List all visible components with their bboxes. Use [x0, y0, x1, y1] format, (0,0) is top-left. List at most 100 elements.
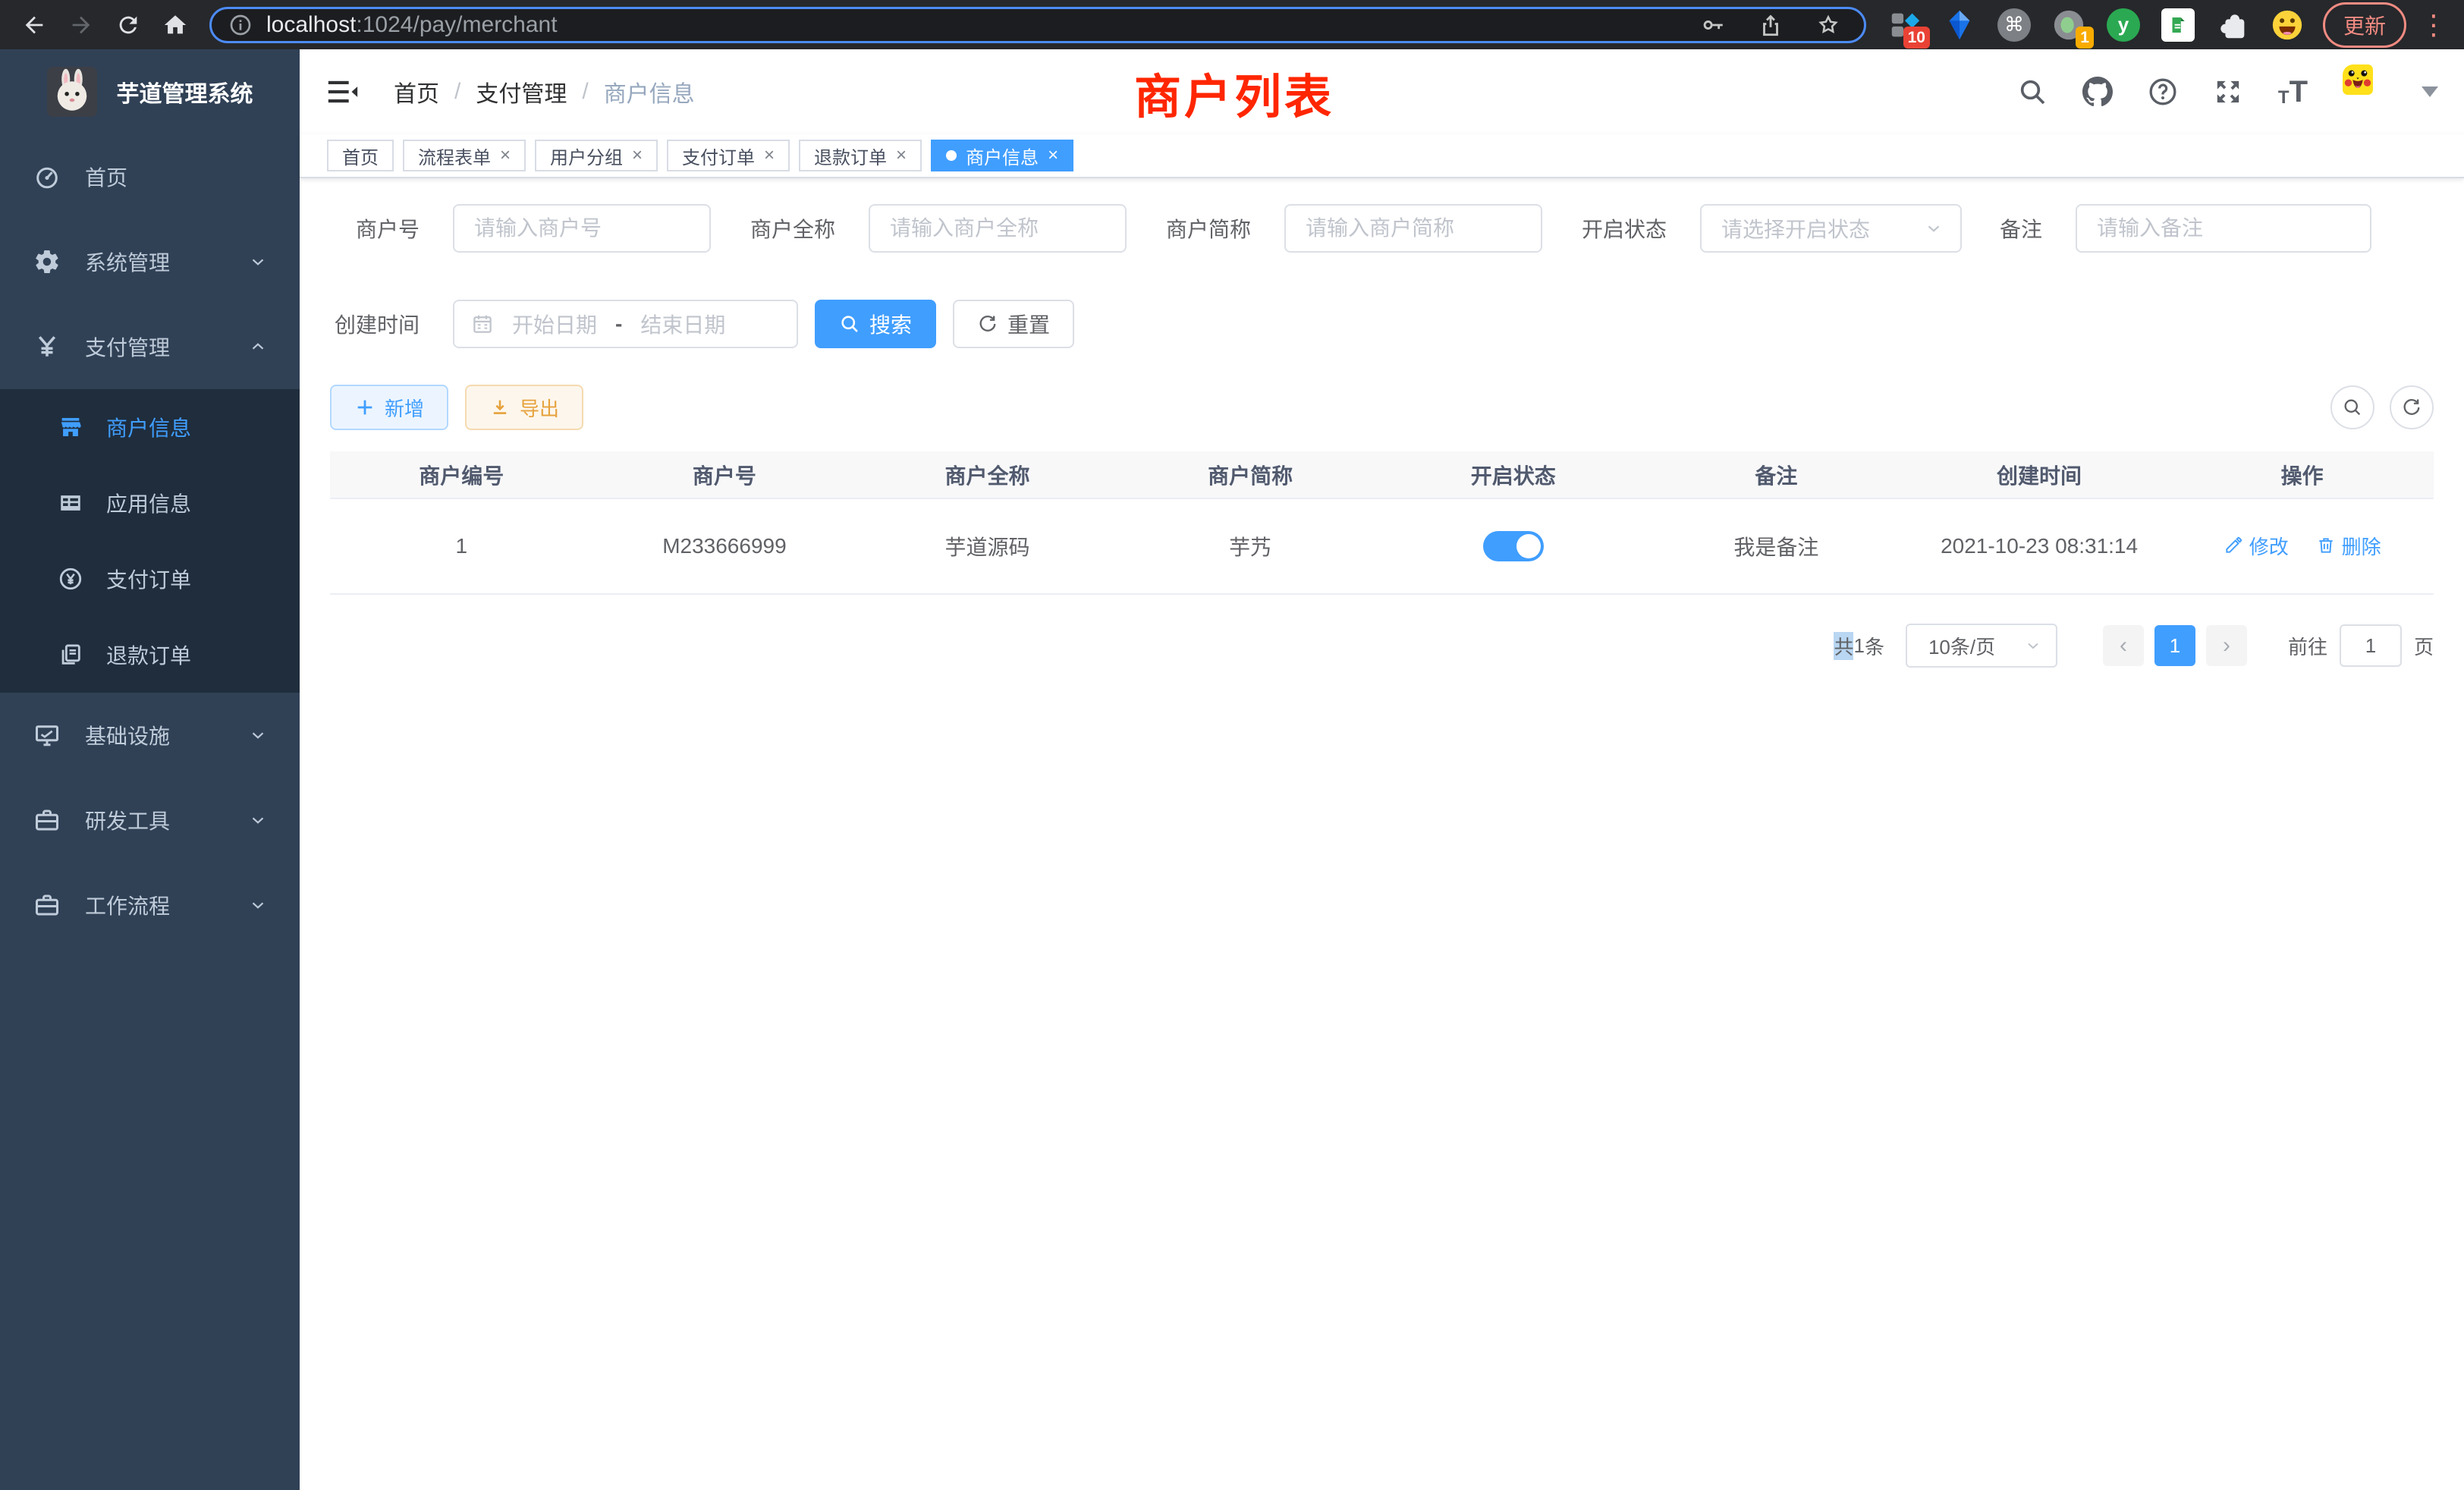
status-select[interactable]: 请选择开启状态 [1700, 204, 1962, 253]
url-text: localhost:1024/pay/merchant [266, 12, 558, 38]
page-size-select[interactable]: 10条/页 [1906, 624, 2057, 668]
toggle-search-button[interactable] [2330, 385, 2374, 429]
active-dot [946, 150, 957, 161]
browser-home-button[interactable] [155, 5, 196, 46]
refresh-icon [2401, 397, 2422, 418]
sidebar-item-refund-order[interactable]: 退款订单 [0, 617, 300, 693]
edit-link-label: 修改 [2249, 532, 2289, 560]
close-icon[interactable]: × [896, 145, 907, 166]
browser-back-button[interactable] [14, 5, 55, 46]
share-icon[interactable] [1758, 12, 1784, 38]
sidebar-item-app-info[interactable]: 应用信息 [0, 465, 300, 541]
page-1-button[interactable]: 1 [2154, 625, 2195, 666]
yen-icon [33, 333, 61, 360]
url-bar[interactable]: localhost:1024/pay/merchant [209, 7, 1866, 43]
toolbox-icon [33, 891, 61, 919]
reset-button[interactable]: 重置 [953, 300, 1074, 348]
search-icon[interactable] [2017, 77, 2048, 107]
filter-row-2: 创建时间 开始日期 - 结束日期 搜索 重置 [330, 300, 2434, 348]
user-avatar[interactable] [2343, 64, 2397, 119]
short-name-input[interactable] [1284, 204, 1542, 253]
tab-merchant-info[interactable]: 商户信息× [931, 140, 1073, 171]
extension-session-icon[interactable]: 1 [2051, 8, 2086, 42]
close-icon[interactable]: × [764, 145, 775, 166]
add-button[interactable]: 新增 [330, 385, 448, 430]
sidebar-item-merchant-info[interactable]: 商户信息 [0, 389, 300, 465]
browser-extensions: 10 ⌘ 1 y [1877, 8, 2315, 42]
close-icon[interactable]: × [1048, 145, 1058, 166]
sidebar-item-label: 退款订单 [106, 640, 191, 670]
total-suffix: 条 [1865, 632, 1884, 660]
tab-flow-form[interactable]: 流程表单× [403, 140, 526, 171]
close-icon[interactable]: × [632, 145, 643, 166]
home-icon [162, 12, 188, 38]
delete-link[interactable]: 删除 [2316, 532, 2381, 560]
sidebar-item-dev-tools[interactable]: 研发工具 [0, 778, 300, 863]
sidebar-item-pay-order[interactable]: 支付订单 [0, 541, 300, 617]
site-info-icon[interactable] [228, 13, 253, 37]
page-content: 商户号 商户全称 商户简称 开启状态 请选择开启状态 [300, 178, 2464, 1490]
status-toggle[interactable] [1483, 531, 1544, 561]
search-button[interactable]: 搜索 [815, 300, 936, 348]
close-icon[interactable]: × [500, 145, 511, 166]
extension-puzzle-icon[interactable] [2215, 8, 2250, 42]
annotation-title: 商户列表 [1134, 58, 1334, 127]
chevron-down-icon [2024, 637, 2042, 655]
grid-table-icon [58, 490, 83, 516]
chrome-update-button[interactable]: 更新 [2323, 2, 2406, 48]
next-page-button[interactable]: › [2206, 625, 2247, 666]
font-size-icon[interactable]: TT [2278, 77, 2308, 107]
sidebar-item-workflow[interactable]: 工作流程 [0, 863, 300, 948]
full-name-input[interactable] [869, 204, 1127, 253]
prev-page-button[interactable]: ‹ [2103, 625, 2144, 666]
sidebar-item-label: 基础设施 [85, 720, 170, 750]
laughing-emoji-icon [2270, 8, 2305, 42]
export-button[interactable]: 导出 [465, 385, 583, 430]
browser-forward-button[interactable] [61, 5, 102, 46]
github-icon[interactable] [2082, 77, 2113, 107]
sidebar-item-label: 研发工具 [85, 805, 170, 835]
avatar-dropdown-caret[interactable] [2422, 86, 2438, 97]
cell-full-name: 芋道源码 [856, 498, 1119, 594]
extension-emoji-icon[interactable] [2270, 8, 2305, 42]
chevron-down-icon [248, 810, 268, 830]
refresh-table-button[interactable] [2390, 385, 2434, 429]
table-row: 1 M233666999 芋道源码 芋艿 我是备注 2021-10-23 08:… [330, 498, 2434, 594]
sidebar-item-label: 工作流程 [85, 890, 170, 920]
breadcrumb-payment[interactable]: 支付管理 [476, 75, 567, 108]
sidebar-collapse-icon[interactable] [325, 74, 360, 109]
breadcrumb-current: 商户信息 [604, 75, 695, 108]
breadcrumb-home[interactable]: 首页 [394, 75, 439, 108]
tab-pay-order[interactable]: 支付订单× [667, 140, 790, 171]
tab-refund-order[interactable]: 退款订单× [799, 140, 922, 171]
browser-menu-button[interactable]: ⋮ [2414, 9, 2453, 41]
sidebar-item-home[interactable]: 首页 [0, 134, 300, 219]
sidebar-item-infrastructure[interactable]: 基础设施 [0, 693, 300, 778]
remark-input[interactable] [2076, 204, 2371, 253]
search-icon [2342, 397, 2363, 418]
extension-doc-icon[interactable] [2161, 8, 2195, 42]
cell-actions: 修改 删除 [2170, 498, 2434, 594]
bookmark-star-icon[interactable] [1815, 12, 1841, 38]
sidebar-item-payment[interactable]: 支付管理 [0, 304, 300, 389]
edit-link[interactable]: 修改 [2224, 532, 2289, 560]
extension-tabs-icon[interactable]: 10 [1887, 8, 1922, 42]
trash-icon [2316, 536, 2336, 555]
y-glyph: y [2107, 8, 2140, 42]
tab-home[interactable]: 首页 [327, 140, 394, 171]
help-icon[interactable] [2148, 77, 2178, 107]
cell-create-time: 2021-10-23 08:31:14 [1908, 498, 2171, 594]
tab-user-group[interactable]: 用户分组× [535, 140, 658, 171]
merchant-no-input[interactable] [453, 204, 711, 253]
goto-page-input[interactable] [2340, 624, 2402, 667]
monitor-icon [33, 721, 61, 749]
password-key-icon[interactable] [1700, 12, 1726, 38]
create-time-range-picker[interactable]: 开始日期 - 结束日期 [453, 300, 798, 348]
extension-y-icon[interactable]: y [2106, 8, 2141, 42]
sidebar-item-system[interactable]: 系统管理 [0, 219, 300, 304]
extension-command-icon[interactable]: ⌘ [1997, 8, 2032, 42]
extension-gem-icon[interactable] [1942, 8, 1977, 42]
app-logo-row[interactable]: 芋道管理系统 [0, 49, 300, 134]
fullscreen-icon[interactable] [2213, 77, 2243, 107]
browser-reload-button[interactable] [108, 5, 149, 46]
